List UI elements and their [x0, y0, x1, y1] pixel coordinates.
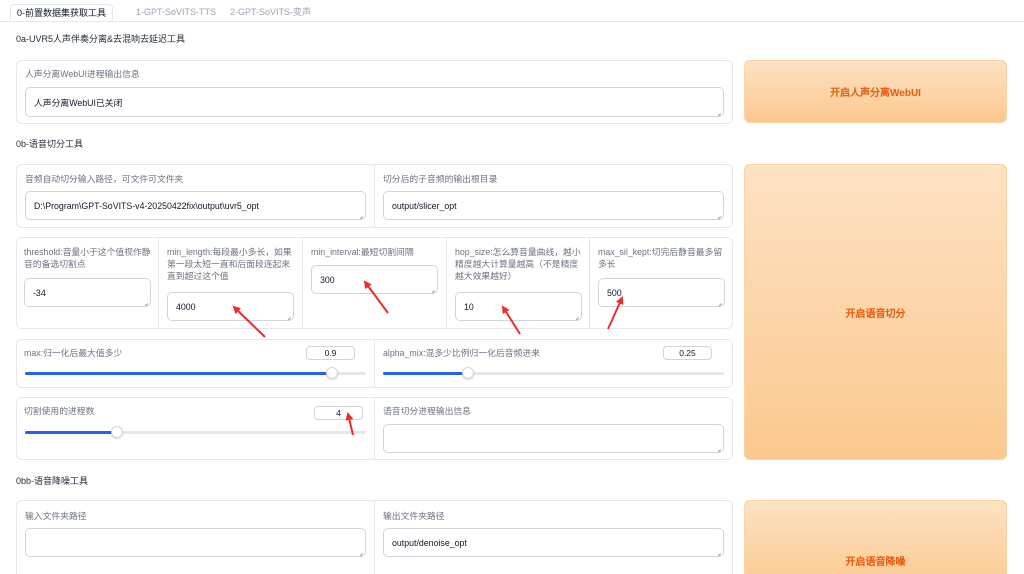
tab-voice-change[interactable]: 2-GPT-SoVITS-变声: [224, 4, 317, 22]
max-sil-kept-value: 500: [607, 287, 622, 298]
threshold-field[interactable]: -34: [24, 278, 151, 307]
resize-grip-icon[interactable]: [142, 298, 148, 304]
slicer-output-info-label: 语音切分进程输出信息: [383, 406, 471, 416]
resize-grip-icon[interactable]: [357, 548, 363, 554]
alpha-mix-label: alpha_mix:混多少比例归一化后音频进来: [383, 348, 540, 358]
process-count-slider[interactable]: [25, 426, 366, 438]
process-count-slider-thumb[interactable]: [111, 426, 123, 438]
slicer-output-dir-value: output/slicer_opt: [392, 200, 457, 211]
divider: [374, 501, 375, 574]
process-count-slider-fill: [25, 431, 117, 434]
min-interval-field[interactable]: 300: [311, 265, 438, 294]
divider: [158, 238, 159, 328]
divider: [374, 398, 375, 459]
open-uvr5-webui-button[interactable]: 开启人声分离WebUI: [744, 60, 1007, 123]
resize-grip-icon[interactable]: [716, 298, 722, 304]
min-interval-value: 300: [320, 274, 335, 285]
resize-grip-icon[interactable]: [715, 548, 721, 554]
resize-grip-icon[interactable]: [285, 312, 291, 318]
slicer-output-info-textbox[interactable]: [383, 424, 724, 453]
denoise-output-label: 输出文件夹路径: [383, 511, 445, 521]
process-count-number-input[interactable]: 4: [314, 406, 363, 420]
slicer-output-dir-field[interactable]: output/slicer_opt: [383, 191, 724, 220]
divider: [302, 238, 303, 328]
denoise-output-field[interactable]: output/denoise_opt: [383, 528, 724, 557]
alpha-mix-slider[interactable]: [383, 367, 724, 379]
max-sil-kept-field[interactable]: 500: [598, 278, 725, 307]
threshold-value: -34: [33, 287, 46, 298]
min-interval-label: min_interval:最短切割间隔: [311, 247, 414, 257]
hop-size-value: 10: [464, 301, 474, 312]
process-count-label: 切割使用的进程数: [24, 406, 95, 416]
uvr5-info-label: 人声分离WebUI进程输出信息: [25, 69, 140, 79]
denoise-input-label: 输入文件夹路径: [25, 511, 87, 521]
tab-tts[interactable]: 1-GPT-SoVITS-TTS: [130, 4, 222, 22]
denoise-output-value: output/denoise_opt: [392, 537, 467, 548]
slicer-input-path-value: D:\Program\GPT-SoVITS-v4-20250422fix\out…: [34, 200, 259, 211]
resize-grip-icon[interactable]: [715, 444, 721, 450]
min-length-value: 4000: [176, 301, 196, 312]
resize-grip-icon[interactable]: [715, 108, 721, 114]
max-slider[interactable]: [25, 367, 366, 379]
resize-grip-icon[interactable]: [429, 285, 435, 291]
slicer-input-path-field[interactable]: D:\Program\GPT-SoVITS-v4-20250422fix\out…: [25, 191, 366, 220]
uvr5-section-title: 0a-UVR5人声伴奏分离&去混响去延迟工具: [16, 34, 186, 44]
max-sil-kept-label: max_sil_kept:切完后静音最多留多长: [598, 247, 723, 269]
open-slicer-button[interactable]: 开启语音切分: [744, 164, 1007, 460]
max-slider-thumb[interactable]: [326, 367, 338, 379]
max-slider-fill: [25, 372, 332, 375]
open-denoise-button[interactable]: 开启语音降噪: [744, 500, 1007, 574]
alpha-mix-number-input[interactable]: 0.25: [663, 346, 712, 360]
max-number-input[interactable]: 0.9: [306, 346, 355, 360]
min-length-label: min_length:每段最小多长，如果第一段太短一直和后面段连起来直到超过这个…: [167, 247, 292, 281]
min-length-field[interactable]: 4000: [167, 292, 294, 321]
alpha-mix-slider-thumb[interactable]: [462, 367, 474, 379]
slicer-input-path-label: 音频自动切分输入路径，可文件可文件夹: [25, 174, 184, 184]
uvr5-info-textbox[interactable]: 人声分离WebUI已关闭: [25, 87, 724, 117]
resize-grip-icon[interactable]: [573, 312, 579, 318]
tab-divider: [0, 21, 1024, 22]
slicer-output-dir-label: 切分后的子音频的输出根目录: [383, 174, 498, 184]
divider: [446, 238, 447, 328]
divider: [374, 165, 375, 227]
denoise-section-title: 0bb-语音降噪工具: [16, 476, 89, 486]
uvr5-info-value: 人声分离WebUI已关闭: [34, 97, 123, 108]
resize-grip-icon[interactable]: [357, 211, 363, 217]
hop-size-field[interactable]: 10: [455, 292, 582, 321]
slicer-section-title: 0b-语音切分工具: [16, 139, 84, 149]
divider: [374, 340, 375, 387]
threshold-label: threshold:音量小于这个值视作静音的备选切割点: [24, 247, 151, 269]
hop-size-label: hop_size:怎么算音量曲线，越小精度越大计算量越高（不是精度越大效果越好）: [455, 247, 581, 281]
tab-dataset-tools[interactable]: 0-前置数据集获取工具: [10, 4, 114, 22]
divider: [589, 238, 590, 328]
max-label: max:归一化后最大值多少: [24, 348, 123, 358]
denoise-input-field[interactable]: [25, 528, 366, 557]
alpha-mix-slider-fill: [383, 372, 468, 375]
resize-grip-icon[interactable]: [715, 211, 721, 217]
